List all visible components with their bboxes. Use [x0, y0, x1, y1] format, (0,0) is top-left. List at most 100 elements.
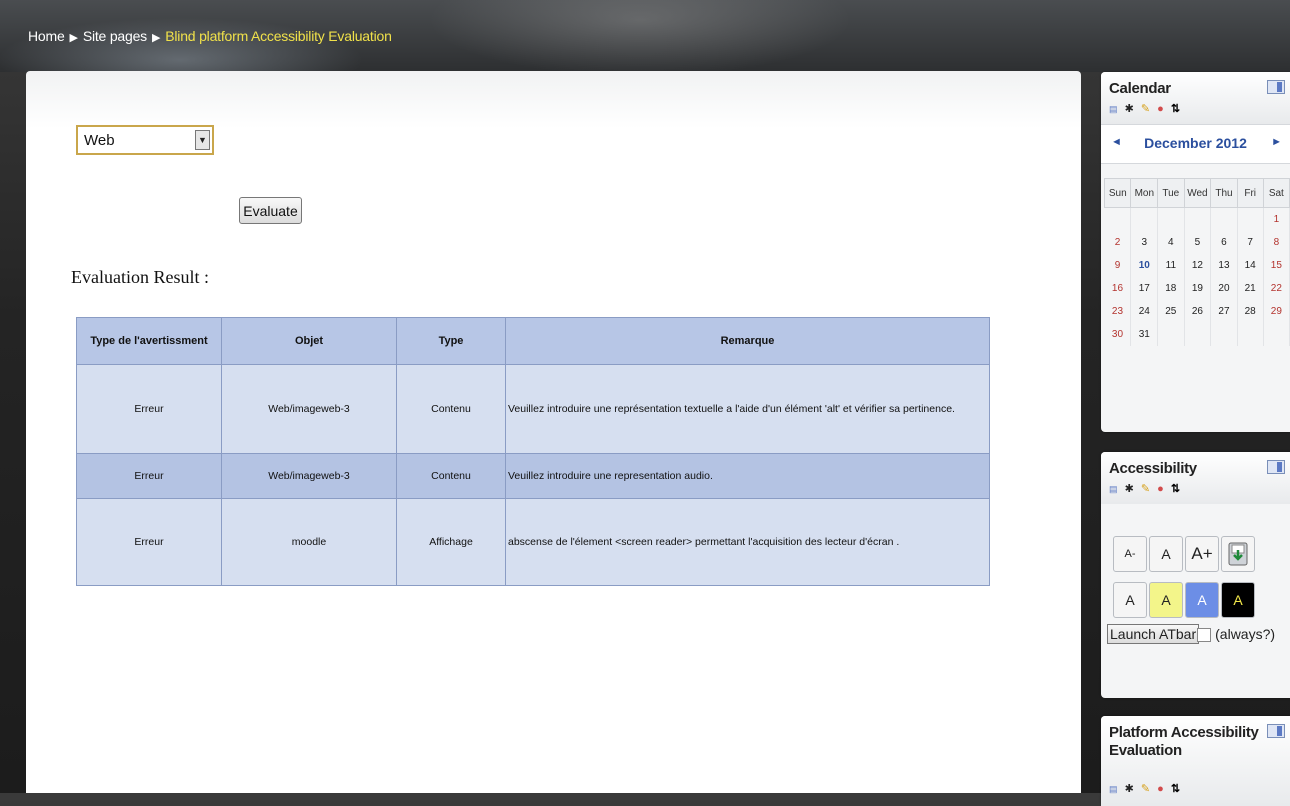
calendar-day[interactable]: 3 [1130, 231, 1159, 254]
calendar-weekday-row: Sun Mon Tue Wed Thu Fri Sat [1103, 178, 1290, 208]
calendar-day[interactable]: 26 [1184, 300, 1212, 323]
move-icon[interactable]: ⇅ [1171, 783, 1182, 795]
breadcrumb-site-pages-link[interactable]: Site pages [83, 28, 147, 44]
breadcrumb-home-link[interactable]: Home [28, 28, 65, 44]
calendar-empty-day [1184, 207, 1212, 231]
save-settings-icon[interactable] [1221, 536, 1255, 572]
hide-icon[interactable]: ✱ [1125, 103, 1136, 115]
calendar-day[interactable]: 16 [1104, 277, 1132, 300]
edit-icon[interactable]: ✎ [1141, 483, 1152, 495]
cell-type: Contenu [396, 364, 506, 454]
launch-atbar-row: Launch ATbar (always?) [1107, 624, 1275, 644]
calendar-day[interactable]: 13 [1210, 254, 1238, 277]
calendar-day[interactable]: 12 [1184, 254, 1212, 277]
platform-evaluation-block-title: Platform Accessibility Evaluation [1109, 724, 1259, 759]
color-scheme-black-button[interactable]: A [1221, 582, 1255, 618]
breadcrumb-separator-icon: ▶ [69, 32, 78, 44]
column-header-object: Objet [221, 317, 397, 365]
select-dropdown-arrow-icon[interactable]: ▼ [195, 130, 210, 150]
calendar-day[interactable]: 4 [1157, 231, 1185, 254]
table-row: Erreur Web/imageweb-3 Contenu Veuillez i… [76, 453, 990, 499]
calendar-day[interactable]: 17 [1130, 277, 1159, 300]
move-icon[interactable]: ⇅ [1171, 483, 1182, 495]
breadcrumb-separator-icon: ▶ [151, 32, 161, 44]
calendar-day[interactable]: 10 [1130, 254, 1159, 277]
block-controls: ▤ ✱ ✎ ● ⇅ [1109, 102, 1182, 115]
accessibility-block: Accessibility ▤ ✱ ✎ ● ⇅ A- A A+ A A A A … [1101, 452, 1290, 698]
cell-type: Contenu [396, 453, 506, 499]
cell-object: moodle [221, 498, 397, 586]
platform-select[interactable]: Web ▼ [76, 125, 214, 155]
hide-icon[interactable]: ✱ [1125, 483, 1136, 495]
calendar-block-title: Calendar [1109, 80, 1171, 97]
cell-warning-type: Erreur [76, 498, 222, 586]
block-controls: ▤ ✱ ✎ ● ⇅ [1109, 782, 1182, 795]
delete-icon[interactable]: ● [1157, 103, 1166, 115]
evaluate-button[interactable]: Evaluate [239, 197, 302, 224]
move-icon[interactable]: ⇅ [1171, 103, 1182, 115]
delete-icon[interactable]: ● [1157, 783, 1166, 795]
delete-icon[interactable]: ● [1157, 483, 1166, 495]
calendar-day[interactable]: 18 [1157, 277, 1185, 300]
calendar-day[interactable]: 23 [1104, 300, 1132, 323]
calendar-day[interactable]: 8 [1263, 231, 1290, 254]
calendar-navigation: ◄ December 2012 ► [1101, 124, 1290, 164]
calendar-empty-day [1184, 323, 1212, 346]
block-dock-icon[interactable] [1267, 460, 1285, 474]
calendar-day[interactable]: 11 [1157, 254, 1185, 277]
calendar-day[interactable]: 6 [1210, 231, 1238, 254]
table-row: Erreur moodle Affichage abscense de l'él… [76, 498, 990, 586]
next-month-icon[interactable]: ► [1271, 136, 1282, 148]
calendar-day[interactable]: 25 [1157, 300, 1185, 323]
calendar-day[interactable]: 19 [1184, 277, 1212, 300]
calendar-day[interactable]: 20 [1210, 277, 1238, 300]
weekday-label: Mon [1130, 178, 1159, 208]
calendar-day[interactable]: 14 [1237, 254, 1264, 277]
calendar-day[interactable]: 22 [1263, 277, 1290, 300]
calendar-block-header: Calendar ▤ ✱ ✎ ● ⇅ [1101, 72, 1290, 124]
calendar-day[interactable]: 27 [1210, 300, 1238, 323]
calendar-day[interactable]: 30 [1104, 323, 1132, 346]
cell-object: Web/imageweb-3 [221, 453, 397, 499]
block-controls: ▤ ✱ ✎ ● ⇅ [1109, 482, 1182, 495]
color-scheme-yellow-button[interactable]: A [1149, 582, 1183, 618]
calendar-day[interactable]: 1 [1263, 207, 1290, 231]
calendar-empty-day [1210, 207, 1238, 231]
weekday-label: Tue [1157, 178, 1185, 208]
block-dock-icon[interactable] [1267, 724, 1285, 738]
permissions-icon[interactable]: ▤ [1109, 484, 1120, 494]
increase-text-size-button[interactable]: A+ [1185, 536, 1219, 572]
calendar-day[interactable]: 2 [1104, 231, 1132, 254]
calendar-day[interactable]: 31 [1130, 323, 1159, 346]
calendar-day[interactable]: 9 [1104, 254, 1132, 277]
always-launch-checkbox[interactable] [1197, 628, 1212, 643]
cell-warning-type: Erreur [76, 453, 222, 499]
color-scheme-blue-button[interactable]: A [1185, 582, 1219, 618]
always-label: (always?) [1215, 626, 1276, 642]
calendar-week-row: 2345678 [1104, 231, 1290, 254]
weekday-label: Sun [1103, 178, 1132, 208]
edit-icon[interactable]: ✎ [1141, 103, 1152, 115]
calendar-week-row: 9 10 11 12 13 14 15 [1104, 254, 1290, 277]
permissions-icon[interactable]: ▤ [1109, 104, 1120, 114]
calendar-day[interactable]: 29 [1263, 300, 1290, 323]
color-scheme-default-button[interactable]: A [1113, 582, 1147, 618]
hide-icon[interactable]: ✱ [1125, 783, 1136, 795]
reset-text-size-button[interactable]: A [1149, 536, 1183, 572]
accessibility-block-title: Accessibility [1109, 460, 1197, 477]
calendar-days: 1 2 3 4 5 6 7 8 9 10 11 12 13 14 15 16 17 18 19 20 21 22 23 24 2… [1104, 207, 1290, 346]
calendar-month-link[interactable]: December 2012 [1101, 135, 1290, 151]
calendar-day[interactable]: 7 [1237, 231, 1264, 254]
calendar-day[interactable]: 15 [1263, 254, 1290, 277]
decrease-text-size-button[interactable]: A- [1113, 536, 1147, 572]
calendar-day[interactable]: 24 [1130, 300, 1159, 323]
weekday-label: Thu [1210, 178, 1238, 208]
launch-atbar-button[interactable]: Launch ATbar [1107, 624, 1200, 644]
calendar-day[interactable]: 28 [1237, 300, 1264, 323]
edit-icon[interactable]: ✎ [1141, 783, 1152, 795]
accessibility-block-header: Accessibility ▤ ✱ ✎ ● ⇅ [1101, 452, 1290, 504]
cell-warning-type: Erreur [76, 364, 222, 454]
calendar-day[interactable]: 5 [1184, 231, 1212, 254]
calendar-day[interactable]: 21 [1237, 277, 1264, 300]
block-dock-icon[interactable] [1267, 80, 1285, 94]
